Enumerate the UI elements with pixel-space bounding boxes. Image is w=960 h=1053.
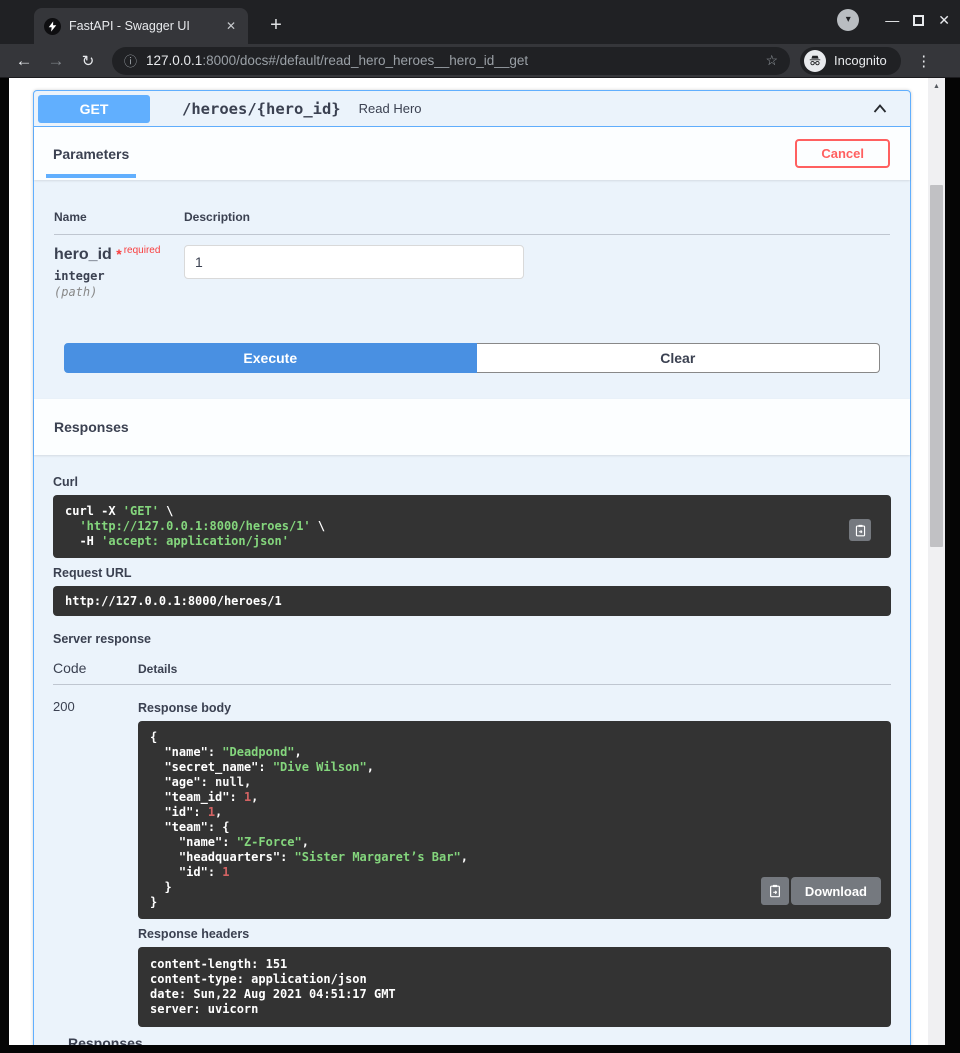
maximize-button[interactable] [913,15,924,26]
download-button[interactable]: Download [791,877,881,905]
details-column-header: Details [138,662,177,676]
column-header-name: Name [54,210,184,224]
response-body-block: { "name": "Deadpond", "secret_name": "Di… [138,721,891,919]
tab-search-icon[interactable]: ▾ [837,9,859,31]
incognito-label: Incognito [834,53,887,68]
tab-title: FastAPI - Swagger UI [69,19,222,33]
endpoint-path: /heroes/{hero_id} [182,100,341,118]
required-star: * [116,246,121,262]
opblock-summary[interactable]: GET /heroes/{hero_id} Read Hero [34,91,910,127]
curl-copy-button[interactable] [849,519,871,541]
column-header-description: Description [184,210,250,224]
url-host: 127.0.0.1 [146,53,202,68]
response-copy-button[interactable] [761,877,789,905]
window-bottom-border [0,1045,960,1053]
collapse-chevron-icon[interactable] [870,99,890,119]
param-name: hero_id [54,246,112,263]
responses-section-header: Responses [34,399,910,455]
url-text: 127.0.0.1:8000/docs#/default/read_hero_h… [146,53,757,68]
responses-body: Curl curl -X 'GET' \ 'http://127.0.0.1:8… [34,455,910,1051]
browser-tab[interactable]: FastAPI - Swagger UI ✕ [34,8,248,44]
page-scrollbar[interactable]: ▲ [928,78,945,1053]
minimize-button[interactable]: — [885,8,899,32]
window-close-button[interactable]: ✕ [938,12,950,29]
incognito-icon [804,50,826,72]
reload-button[interactable]: ↻ [72,52,104,70]
parameters-table: Name Description hero_id *required integ… [34,180,910,343]
endpoint-summary: Read Hero [359,101,422,116]
tab-strip: FastAPI - Swagger UI ✕ + ▾ — ✕ [0,0,960,44]
param-location: (path) [54,285,184,299]
browser-menu-icon[interactable]: ⋮ [909,52,939,70]
response-headers-block: content-length: 151content-type: applica… [138,947,891,1027]
execute-button[interactable]: Execute [64,343,477,373]
parameters-section-header: Parameters Cancel [34,127,910,180]
status-code: 200 [53,699,138,1027]
cancel-button[interactable]: Cancel [795,139,890,168]
back-button[interactable]: ← [8,51,40,71]
param-row-hero-id: hero_id *required integer (path) [54,235,890,299]
forward-button[interactable]: → [40,51,72,71]
fastapi-favicon-icon [44,18,61,35]
response-body-label: Response body [138,701,891,715]
site-info-icon[interactable]: ⓘ [124,51,137,70]
curl-code-block: curl -X 'GET' \ 'http://127.0.0.1:8000/h… [53,495,891,558]
tab-parameters[interactable]: Parameters [46,129,136,178]
param-type: integer [54,269,184,283]
response-row-200: 200 Response body { "name": "Deadpond", … [53,699,891,1027]
url-path: :8000/docs#/default/read_hero_heroes__he… [202,53,528,68]
execute-button-group: Execute Clear [34,343,910,399]
clear-button[interactable]: Clear [477,343,880,373]
request-url-value: http://127.0.0.1:8000/heroes/1 [53,586,891,616]
scrollbar-thumb[interactable] [930,185,943,547]
response-table-header: Code Details [53,660,891,685]
bookmark-star-icon[interactable]: ☆ [765,52,778,69]
hero-id-input[interactable] [184,245,524,279]
browser-toolbar: ← → ↻ ⓘ 127.0.0.1:8000/docs#/default/rea… [0,44,960,78]
request-url-label: Request URL [53,566,891,580]
required-label: required [124,245,161,256]
url-bar[interactable]: ⓘ 127.0.0.1:8000/docs#/default/read_hero… [112,47,790,75]
tab-close-icon[interactable]: ✕ [222,17,240,35]
server-response-label: Server response [53,632,891,646]
scrollbar-up-icon[interactable]: ▲ [928,78,945,90]
responses-title: Responses [54,419,129,435]
new-tab-button[interactable]: + [262,12,290,40]
response-headers-label: Response headers [138,927,891,941]
method-badge: GET [38,95,150,123]
curl-label: Curl [53,475,891,489]
opblock-get-heroes: GET /heroes/{hero_id} Read Hero Paramete… [33,90,911,1052]
incognito-badge: Incognito [800,47,901,75]
code-column-header: Code [53,660,138,676]
page-viewport: GET /heroes/{hero_id} Read Hero Paramete… [9,78,928,1053]
